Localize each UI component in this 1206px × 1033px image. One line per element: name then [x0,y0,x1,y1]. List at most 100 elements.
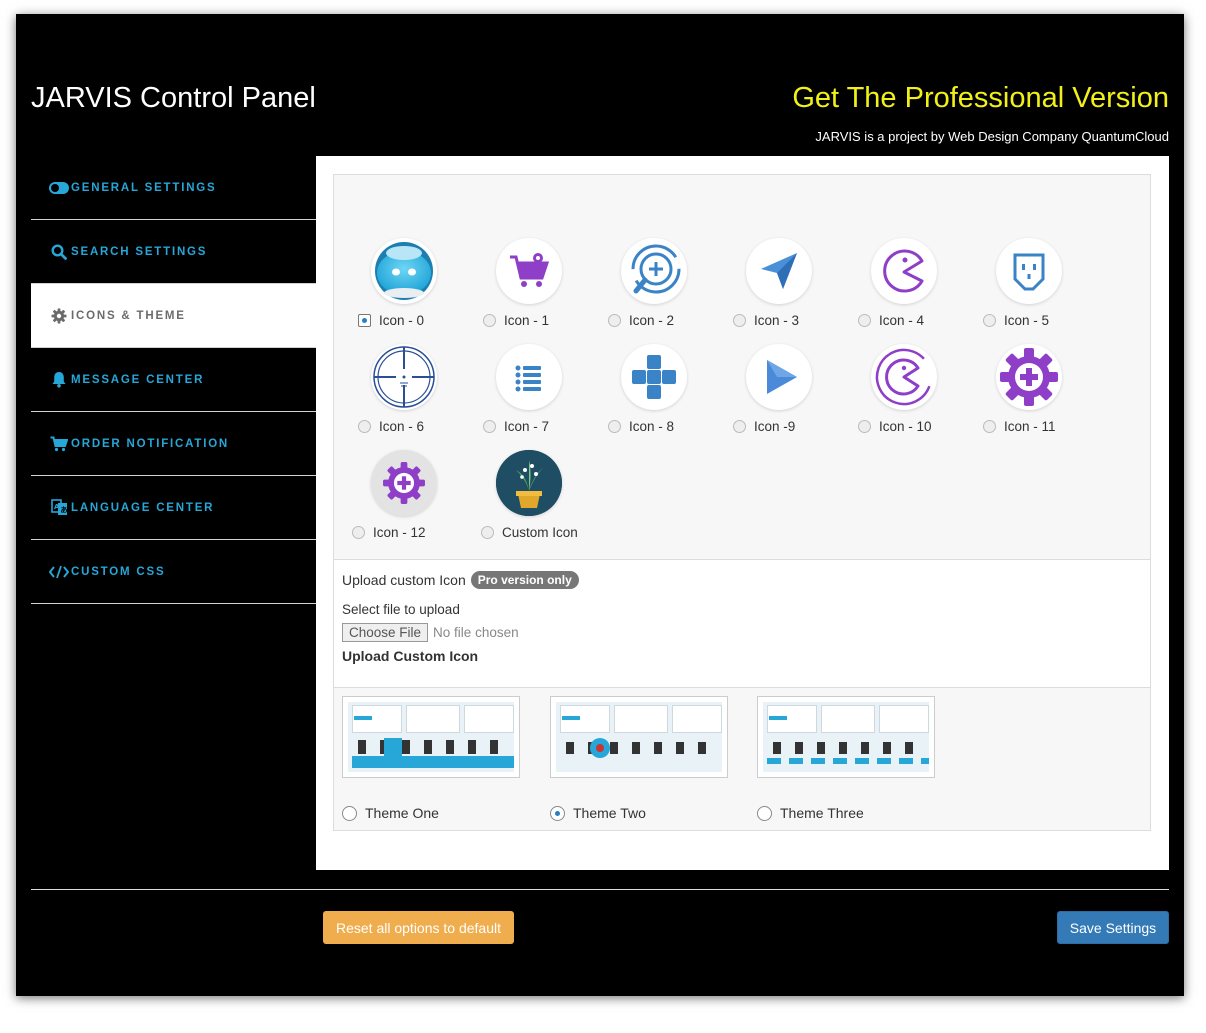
icon-option-label: Icon - 0 [379,313,425,328]
icon-option-radio[interactable]: Icon - 2 [608,313,674,328]
translate-icon: Aあ [49,499,69,517]
icon-option-radio[interactable]: Icon - 6 [358,419,424,434]
sidebar-item-custom-css[interactable]: CUSTOM CSS [31,540,316,604]
pacman-ring-icon[interactable] [871,344,937,410]
icon-option-radio[interactable]: Icon - 4 [858,313,924,328]
theme-option-radio[interactable]: Theme Three [757,805,935,821]
plug-face-icon[interactable] [996,238,1062,304]
sidebar-item-search-settings[interactable]: SEARCH SETTINGS [31,220,316,284]
icon-option-label: Custom Icon [502,525,578,540]
icon-option-label: Icon - 12 [373,525,426,540]
icon-option-radio[interactable]: Icon - 10 [858,419,932,434]
icon-option-2: Icon - 2 [596,238,706,338]
get-pro-version-link[interactable]: Get The Professional Version [792,82,1169,115]
icon-option-label: Icon -9 [754,419,796,434]
toggle-icon [49,179,69,197]
icon-option-radio[interactable]: Icon - 8 [608,419,674,434]
radio-button[interactable] [342,805,357,821]
icon-option-label: Icon - 8 [629,419,675,434]
icon-option-radio[interactable]: Custom Icon [481,525,578,540]
robot-face-icon[interactable] [371,238,437,304]
icon-option-6: Icon - 6 [346,344,456,444]
icon-option-radio[interactable]: Icon - 5 [983,313,1049,328]
radio-button[interactable] [733,314,746,327]
radio-button[interactable] [983,314,996,327]
icon-option-radio[interactable]: Icon - 11 [983,419,1056,434]
icon-option-radio[interactable]: Icon - 0 [358,313,424,328]
search-icon [49,243,69,261]
radio-button[interactable] [483,314,496,327]
radio-button[interactable] [358,420,371,433]
radio-button[interactable] [608,420,621,433]
gear-plus-icon[interactable] [996,344,1062,410]
page-title: JARVIS Control Panel [31,82,316,114]
gear-plus-grey-icon[interactable] [371,450,437,516]
theme-option-label: Theme One [365,805,439,821]
icon-option-label: Icon - 3 [754,313,800,328]
sidebar-item-icons-theme[interactable]: ICONS & THEME [31,284,316,348]
radio-button[interactable] [733,420,746,433]
sidebar-item-order-notification[interactable]: ORDER NOTIFICATION [31,412,316,476]
sidebar-item-message-center[interactable]: MESSAGE CENTER [31,348,316,412]
theme-two-thumbnail[interactable] [550,696,728,778]
icon-option-label: Icon - 4 [879,313,925,328]
icon-option-radio[interactable]: Icon - 7 [483,419,549,434]
radio-button[interactable] [483,420,496,433]
radio-button[interactable] [757,805,772,821]
bell-icon [49,371,69,389]
icon-option-1: Icon - 1 [471,238,581,338]
no-file-text: No file chosen [433,625,519,640]
radio-button[interactable] [858,420,871,433]
sidebar-item-general-settings[interactable]: GENERAL SETTINGS [31,156,316,220]
radio-button[interactable] [858,314,871,327]
radio-button[interactable] [983,420,996,433]
svg-text:あ: あ [60,505,68,514]
gear-icon [49,307,69,325]
crosshair-icon[interactable] [371,344,437,410]
theme-option-radio[interactable]: Theme Two [550,805,728,821]
save-settings-button[interactable]: Save Settings [1057,911,1169,944]
project-byline[interactable]: JARVIS is a project by Web Design Compan… [815,129,1169,144]
theme-selection: Theme One Theme Two Theme Three [334,688,1150,830]
icon-option-label: Icon - 6 [379,419,425,434]
search-plus-icon[interactable] [621,238,687,304]
sidebar-item-label: SEARCH SETTINGS [71,245,208,258]
icon-option-radio[interactable]: Icon -9 [733,419,795,434]
theme-option-two: Theme Two [550,696,728,821]
file-input[interactable]: Choose File No file chosen [342,623,519,642]
choose-file-button[interactable]: Choose File [342,623,429,642]
select-file-label: Select file to upload [342,602,460,617]
list-icon[interactable] [496,344,562,410]
code-icon [49,563,69,581]
shopping-cart-icon[interactable] [496,238,562,304]
radio-button[interactable] [608,314,621,327]
theme-option-radio[interactable]: Theme One [342,805,520,821]
plus-blocks-icon[interactable] [621,344,687,410]
paper-plane-icon[interactable] [746,238,812,304]
icon-option-7: Icon - 7 [471,344,581,444]
plant-pot-icon[interactable] [496,450,562,516]
icon-option-custom: Custom Icon [471,450,581,550]
theme-one-thumbnail[interactable] [342,696,520,778]
control-panel-window: JARVIS Control Panel Get The Professiona… [16,14,1184,996]
icon-option-label: Icon - 10 [879,419,932,434]
radio-button[interactable] [352,526,365,539]
icon-option-10: Icon - 10 [846,344,956,444]
cart-icon [49,435,69,453]
pacman-icon[interactable] [871,238,937,304]
play-arrow-icon[interactable] [746,344,812,410]
icon-option-radio[interactable]: Icon - 12 [352,525,426,540]
icon-option-8: Icon - 8 [596,344,706,444]
upload-custom-icon-heading: Upload custom Icon Pro version only [342,571,579,589]
reset-defaults-button[interactable]: Reset all options to default [323,911,514,944]
sidebar-item-label: MESSAGE CENTER [71,373,205,386]
sidebar-item-language-center[interactable]: Aあ LANGUAGE CENTER [31,476,316,540]
sidebar-item-label: ORDER NOTIFICATION [71,437,230,450]
icon-option-radio[interactable]: Icon - 1 [483,313,549,328]
radio-button[interactable] [481,526,494,539]
radio-button[interactable] [358,314,371,327]
icon-option-radio[interactable]: Icon - 3 [733,313,799,328]
theme-three-thumbnail[interactable] [757,696,935,778]
upload-custom-icon-button[interactable]: Upload Custom Icon [342,648,478,664]
radio-button[interactable] [550,805,565,821]
